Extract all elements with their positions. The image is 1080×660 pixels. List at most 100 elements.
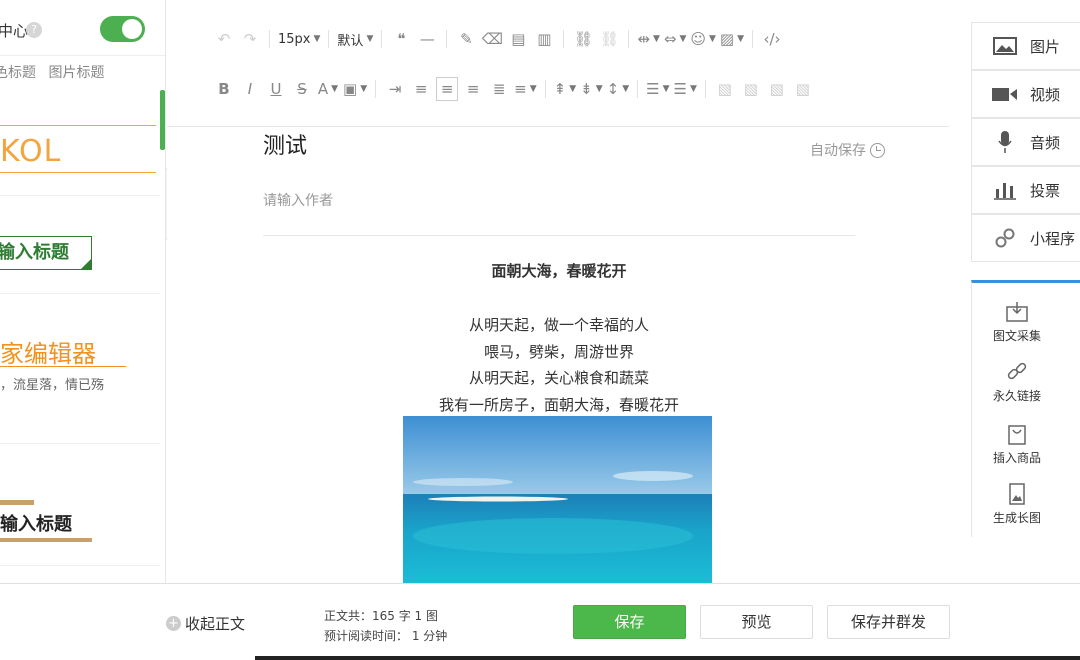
align-center-icon[interactable]: ≡ xyxy=(436,77,459,101)
insert-miniprogram-label: 小程序 xyxy=(1030,229,1076,248)
align-right-icon[interactable]: ≡ xyxy=(462,77,484,101)
spacing-icon[interactable]: ⇹ ▼ xyxy=(637,27,660,51)
text-spacing-icon[interactable]: ⇔ ▼ xyxy=(664,27,687,51)
miniprogram-icon xyxy=(992,228,1018,248)
editor-toolbar: ↶ ↷ 15px ▼ 默认 ▼ ❝ — ✎ ⌫ ▤ ▥ ⛓ ⛓ ⇹ ▼ ⇔ ▼ ☺ ▼ ▨… xyxy=(167,0,949,127)
toggle-knob xyxy=(122,19,142,39)
collapse-body-label: 收起正文 xyxy=(185,615,246,633)
author-input[interactable]: 请输入作者 xyxy=(263,190,333,210)
sea-image-graphic xyxy=(403,416,712,583)
article-editor[interactable]: 测试 自动保存 请输入作者 面朝大海，春暖花开 从明天起，做一个幸福的人 喂马，… xyxy=(167,128,949,583)
spacing-after-icon[interactable]: ⇟ ▼ xyxy=(580,77,603,101)
horizontal-rule-icon[interactable]: — xyxy=(416,27,438,51)
image-insert-icon[interactable]: ▨ ▼ xyxy=(720,27,744,51)
plus-circle-icon: + xyxy=(166,616,181,631)
insert-template-icon[interactable]: ▤ xyxy=(507,27,529,51)
tab-image-title[interactable]: 图片标题 xyxy=(48,65,104,81)
save-and-send-button[interactable]: 保存并群发 xyxy=(827,605,950,639)
template-kol[interactable]: KOL xyxy=(0,90,160,196)
editor-window: 中心 ? 色标题 图片标题 KOL 输入标题 家编辑器 ，流星落，情已殇 xyxy=(0,0,1080,660)
unlink-icon[interactable]: ⛓ xyxy=(598,27,620,51)
tab-color-title[interactable]: 色标题 xyxy=(0,65,36,81)
article-line[interactable]: 从明天起，做一个幸福的人 xyxy=(263,314,855,335)
download-tray-icon xyxy=(1006,302,1028,322)
toolbar-row-1: ↶ ↷ 15px ▼ 默认 ▼ ❝ — ✎ ⌫ ▤ ▥ ⛓ ⛓ ⇹ ▼ ⇔ ▼ ☺ ▼ ▨… xyxy=(167,24,949,54)
template-orange-title-text: 家编辑器 xyxy=(0,340,96,368)
image-icon xyxy=(992,36,1018,56)
corner-decoration xyxy=(80,258,92,270)
float-right-icon[interactable]: ▧ xyxy=(740,77,762,101)
document-icon[interactable]: ▥ xyxy=(533,27,555,51)
window-bottom-edge xyxy=(255,656,1080,660)
background-color-icon[interactable]: ▣ ▼ xyxy=(343,77,367,101)
underline-icon[interactable]: U xyxy=(265,77,287,101)
unordered-list-icon[interactable]: ☰ ▼ xyxy=(673,77,696,101)
ordered-list-icon[interactable]: ☰ ▼ xyxy=(646,77,669,101)
insert-video-label: 视频 xyxy=(1030,85,1061,104)
float-none-icon[interactable]: ▧ xyxy=(792,77,814,101)
autosave-label: 自动保存 xyxy=(810,143,866,159)
font-color-icon[interactable]: A ▼ xyxy=(317,77,339,101)
insert-miniprogram-button[interactable]: 小程序 xyxy=(971,214,1080,262)
template-panel-header: 中心 ? xyxy=(0,0,165,56)
insert-vote-label: 投票 xyxy=(1030,181,1061,200)
template-bar-title[interactable]: 输入标题 xyxy=(0,444,160,566)
insert-audio-button[interactable]: 音频 xyxy=(971,118,1080,166)
article-line[interactable]: 我有一所房子，面朝大海，春暖花开 xyxy=(263,394,855,415)
tools-group: 图文采集 永久链接 插入商品 生成长图 xyxy=(971,280,1080,537)
italic-icon[interactable]: I xyxy=(239,77,261,101)
article-line[interactable]: 从明天起，关心粮食和蔬菜 xyxy=(263,367,855,388)
template-scrollbar[interactable] xyxy=(160,90,165,150)
link-icon[interactable]: ⛓ xyxy=(572,27,594,51)
align-justify-icon[interactable]: ≣ xyxy=(488,77,510,101)
collapse-body-button[interactable]: + 收起正文 xyxy=(166,613,245,634)
insert-video-button[interactable]: 视频 xyxy=(971,70,1080,118)
line-height-icon[interactable]: ↕ ▼ xyxy=(607,77,630,101)
preview-button[interactable]: 预览 xyxy=(700,605,813,639)
bold-icon[interactable]: B xyxy=(213,77,235,101)
article-heading[interactable]: 面朝大海，春暖花开 xyxy=(263,260,855,281)
source-code-icon[interactable]: ‹/› xyxy=(761,27,783,51)
tool-long-image[interactable]: 生成长图 xyxy=(972,483,1062,526)
float-center-icon[interactable]: ▧ xyxy=(766,77,788,101)
spacing-before-icon[interactable]: ⇞ ▼ xyxy=(554,77,577,101)
float-left-icon[interactable]: ▧ xyxy=(714,77,736,101)
article-line[interactable]: 喂马，劈柴，周游世界 xyxy=(263,341,855,362)
align-left-icon[interactable]: ≡ xyxy=(410,77,432,101)
clear-format-icon[interactable]: ⌫ xyxy=(481,27,503,51)
insert-image-button[interactable]: 图片 xyxy=(971,22,1080,70)
font-family-value: 默认 xyxy=(337,33,364,49)
redo-icon[interactable]: ↷ xyxy=(239,27,261,51)
link-icon xyxy=(1007,362,1027,380)
format-painter-icon[interactable]: ✎ xyxy=(455,27,477,51)
indent-icon[interactable]: ⇥ xyxy=(384,77,406,101)
tool-article-collect[interactable]: 图文采集 xyxy=(972,301,1062,344)
text-indent-icon[interactable]: ≡ ▼ xyxy=(514,77,537,101)
tool-permanent-link-label: 永久链接 xyxy=(992,389,1041,403)
font-size-select[interactable]: 15px ▼ xyxy=(278,27,320,51)
template-tabs: 色标题 图片标题 xyxy=(0,62,112,82)
insert-panel: 图片 视频 音频 投票 小程序 图文采集 永久链接 插入商品 生成长图 xyxy=(970,22,1080,537)
save-button[interactable]: 保存 xyxy=(573,605,686,639)
article-title[interactable]: 测试 xyxy=(263,128,307,160)
help-icon[interactable]: ? xyxy=(26,22,42,38)
tool-permanent-link[interactable]: 永久链接 xyxy=(972,361,1062,404)
template-green-title: 输入标题 xyxy=(0,242,69,263)
blockquote-icon[interactable]: ❝ xyxy=(390,27,412,51)
emoji-icon[interactable]: ☺ ▼ xyxy=(690,27,716,51)
undo-icon[interactable]: ↶ xyxy=(213,27,235,51)
tool-long-image-label: 生成长图 xyxy=(992,511,1041,525)
strikethrough-icon[interactable]: S xyxy=(291,77,313,101)
template-panel: 中心 ? 色标题 图片标题 KOL 输入标题 家编辑器 ，流星落，情已殇 xyxy=(0,0,166,583)
template-orange-title[interactable]: 家编辑器 ，流星落，情已殇 xyxy=(0,294,160,444)
template-rule xyxy=(0,172,156,173)
microphone-icon xyxy=(992,131,1018,153)
tool-insert-product[interactable]: 插入商品 xyxy=(972,423,1062,466)
template-green-box[interactable]: 输入标题 xyxy=(0,196,160,294)
font-family-select[interactable]: 默认 ▼ xyxy=(337,27,373,51)
template-center-label: 中心 xyxy=(0,22,29,40)
autosave-indicator: 自动保存 xyxy=(810,140,885,160)
article-sea-image[interactable] xyxy=(403,416,712,583)
template-toggle[interactable] xyxy=(100,16,145,42)
insert-vote-button[interactable]: 投票 xyxy=(971,166,1080,214)
